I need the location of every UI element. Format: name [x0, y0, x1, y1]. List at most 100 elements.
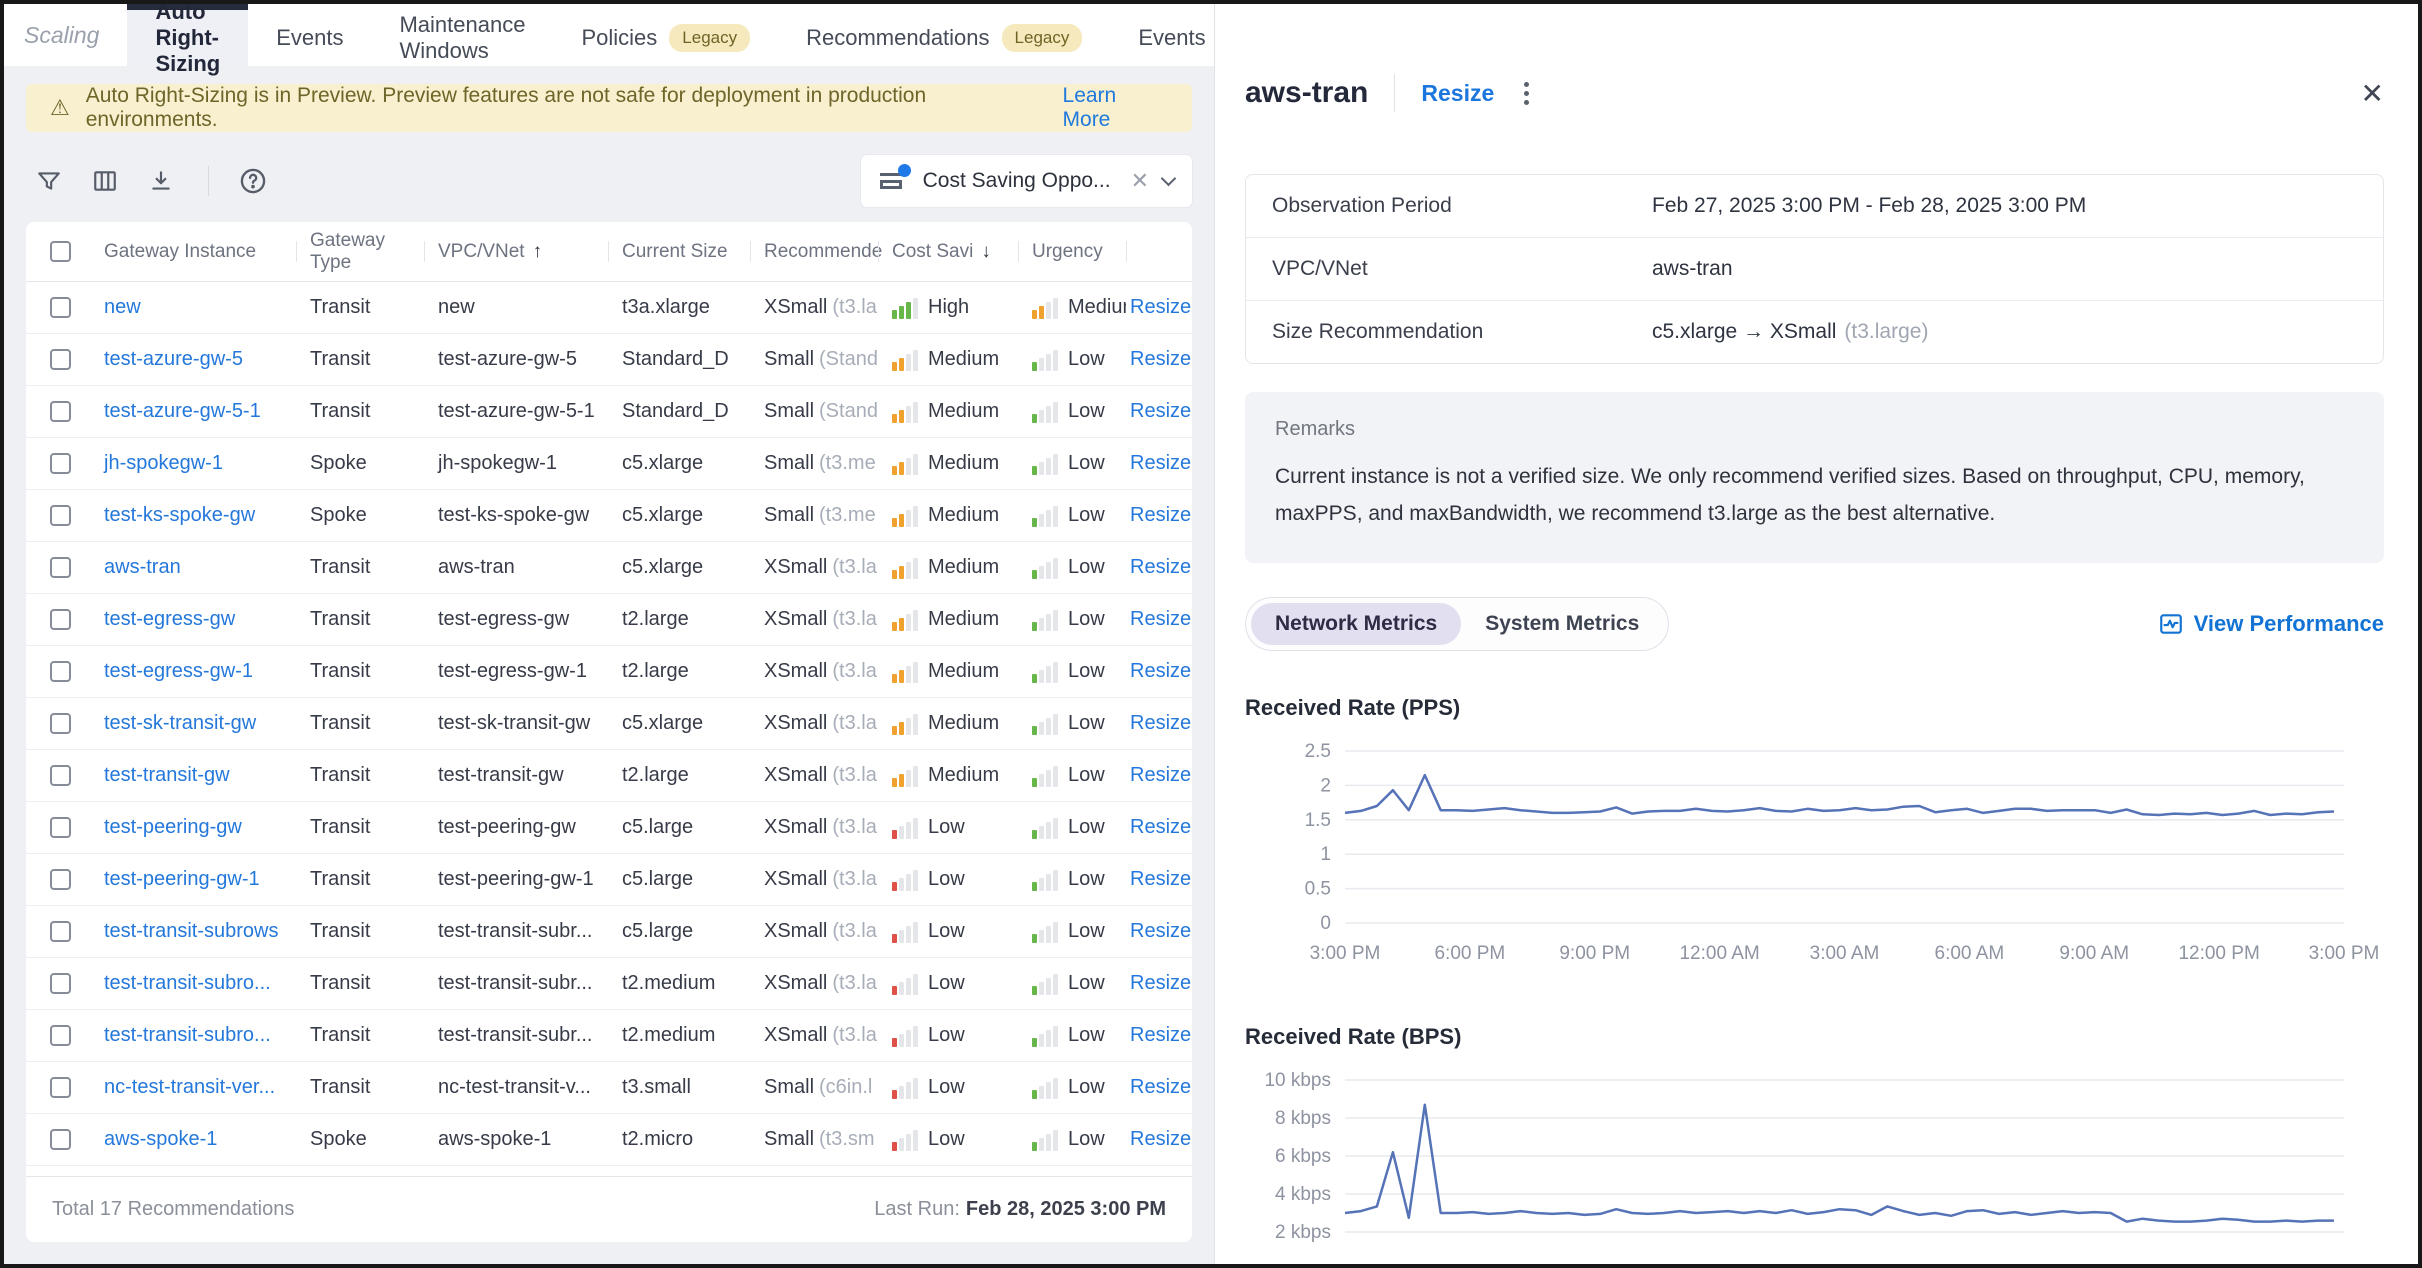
- column-header[interactable]: Gateway Instance: [90, 222, 296, 281]
- resize-link[interactable]: Resize: [1130, 1024, 1191, 1047]
- panel-resize-button[interactable]: Resize: [1421, 80, 1494, 107]
- column-header[interactable]: Recommende: [750, 222, 878, 281]
- resize-link[interactable]: Resize: [1130, 712, 1191, 735]
- gateway-instance-link[interactable]: aws-spoke-1: [104, 1128, 217, 1151]
- row-checkbox[interactable]: [50, 661, 71, 682]
- urgency-bars: [1032, 765, 1058, 787]
- row-checkbox[interactable]: [50, 557, 71, 578]
- resize-link[interactable]: Resize: [1130, 972, 1191, 995]
- resize-link[interactable]: Resize: [1130, 868, 1191, 891]
- metrics-tab[interactable]: Network Metrics: [1251, 603, 1461, 645]
- resize-link[interactable]: Resize: [1130, 504, 1191, 527]
- gateway-instance-link[interactable]: test-transit-subrows: [104, 920, 279, 943]
- resize-link[interactable]: Resize: [1130, 556, 1191, 579]
- row-checkbox[interactable]: [50, 713, 71, 734]
- download-icon[interactable]: [148, 168, 174, 194]
- resize-link[interactable]: Resize: [1130, 296, 1191, 319]
- tab[interactable]: Maintenance Windows: [371, 4, 553, 66]
- resize-link[interactable]: Resize: [1130, 348, 1191, 371]
- select-all-checkbox[interactable]: [50, 241, 71, 262]
- gateway-instance-link[interactable]: test-transit-subro...: [104, 972, 271, 995]
- close-icon[interactable]: ✕: [2361, 77, 2384, 110]
- row-checkbox[interactable]: [50, 1129, 71, 1150]
- sort-dropdown[interactable]: Cost Saving Oppo... ✕: [861, 155, 1192, 207]
- recommended-cell: XSmall(t3.la: [750, 296, 878, 319]
- gateway-instance-link[interactable]: aws-tran: [104, 556, 181, 579]
- urgency-cell: Low: [1018, 452, 1126, 475]
- tab[interactable]: Recommendations Legacy: [778, 4, 1110, 66]
- table-header: Gateway Instance Gateway Type VPC/VNet ↑…: [26, 222, 1192, 282]
- chevron-down-icon[interactable]: [1161, 171, 1177, 187]
- view-performance-link[interactable]: View Performance: [2158, 611, 2384, 637]
- resize-link[interactable]: Resize: [1130, 920, 1191, 943]
- gateway-instance-link[interactable]: test-transit-gw: [104, 764, 230, 787]
- column-header[interactable]: Gateway Type: [296, 222, 424, 281]
- gateway-instance-link[interactable]: test-azure-gw-5-1: [104, 400, 261, 423]
- row-checkbox[interactable]: [50, 817, 71, 838]
- clear-sort-icon[interactable]: ✕: [1131, 168, 1149, 194]
- filter-icon[interactable]: [36, 168, 62, 194]
- row-checkbox[interactable]: [50, 297, 71, 318]
- gateway-instance-link[interactable]: test-sk-transit-gw: [104, 712, 256, 735]
- row-checkbox[interactable]: [50, 1077, 71, 1098]
- resize-link[interactable]: Resize: [1130, 400, 1191, 423]
- column-header[interactable]: VPC/VNet ↑: [424, 222, 608, 281]
- cost-saving-bars: [892, 765, 918, 787]
- svg-text:0: 0: [1320, 913, 1331, 934]
- row-checkbox[interactable]: [50, 453, 71, 474]
- gateway-instance-link[interactable]: test-transit-subro...: [104, 1024, 271, 1047]
- gateway-instance-link[interactable]: jh-spokegw-1: [104, 452, 223, 475]
- gateway-instance-link[interactable]: test-egress-gw: [104, 608, 235, 631]
- resize-link[interactable]: Resize: [1130, 452, 1191, 475]
- learn-more-link[interactable]: Learn More: [1063, 84, 1168, 132]
- row-checkbox[interactable]: [50, 869, 71, 890]
- row-checkbox[interactable]: [50, 349, 71, 370]
- row-checkbox[interactable]: [50, 973, 71, 994]
- header-divider: [1394, 74, 1395, 112]
- tab[interactable]: Events: [248, 4, 371, 66]
- scaling-label: Scaling: [4, 4, 127, 66]
- resize-link[interactable]: Resize: [1130, 1128, 1191, 1151]
- bps-chart-title: Received Rate (BPS): [1245, 1024, 2384, 1050]
- gateway-type-cell: Transit: [296, 608, 424, 631]
- gateway-instance-link[interactable]: test-egress-gw-1: [104, 660, 253, 683]
- row-checkbox[interactable]: [50, 921, 71, 942]
- resize-link[interactable]: Resize: [1130, 764, 1191, 787]
- remarks-body: Current instance is not a verified size.…: [1275, 459, 2354, 533]
- gateway-instance-link[interactable]: test-ks-spoke-gw: [104, 504, 255, 527]
- column-header[interactable]: [1126, 222, 1192, 281]
- gateway-instance-link[interactable]: test-peering-gw-1: [104, 868, 260, 891]
- help-icon[interactable]: [239, 167, 267, 195]
- row-checkbox[interactable]: [50, 765, 71, 786]
- cost-saving-cell: Medium: [878, 400, 1018, 423]
- kebab-menu-icon[interactable]: [1520, 78, 1533, 109]
- urgency-bars: [1032, 505, 1058, 527]
- row-checkbox[interactable]: [50, 609, 71, 630]
- resize-link[interactable]: Resize: [1130, 660, 1191, 683]
- gateway-type-cell: Transit: [296, 816, 424, 839]
- bps-chart-block: Received Rate (BPS) 2 kbps4 kbps6 kbps8 …: [1245, 1024, 2384, 1265]
- column-header[interactable]: Cost Savi ↓: [878, 222, 1018, 281]
- svg-text:6:00 PM: 6:00 PM: [1434, 943, 1505, 964]
- recommended-cell: XSmall(t3.la: [750, 868, 878, 891]
- column-header[interactable]: Urgency: [1018, 222, 1126, 281]
- gateway-instance-link[interactable]: nc-test-transit-ver...: [104, 1076, 275, 1099]
- gateway-instance-link[interactable]: test-peering-gw: [104, 816, 242, 839]
- metrics-tab[interactable]: System Metrics: [1461, 603, 1663, 645]
- gateway-instance-link[interactable]: new: [104, 296, 141, 319]
- tab[interactable]: Policies Legacy: [553, 4, 778, 66]
- info-row: Observation Period Feb 27, 2025 3:00 PM …: [1246, 175, 2383, 238]
- columns-icon[interactable]: [92, 168, 118, 194]
- row-checkbox[interactable]: [50, 1025, 71, 1046]
- resize-link[interactable]: Resize: [1130, 816, 1191, 839]
- resize-link[interactable]: Resize: [1130, 1076, 1191, 1099]
- vpc-cell: test-peering-gw-1: [424, 868, 608, 891]
- urgency-bars: [1032, 609, 1058, 631]
- resize-link[interactable]: Resize: [1130, 608, 1191, 631]
- row-checkbox[interactable]: [50, 401, 71, 422]
- row-checkbox[interactable]: [50, 505, 71, 526]
- gateway-instance-link[interactable]: test-azure-gw-5: [104, 348, 243, 371]
- column-header[interactable]: Current Size: [608, 222, 750, 281]
- tab[interactable]: Auto Right-Sizing: [127, 4, 248, 66]
- cost-saving-bars: [892, 557, 918, 579]
